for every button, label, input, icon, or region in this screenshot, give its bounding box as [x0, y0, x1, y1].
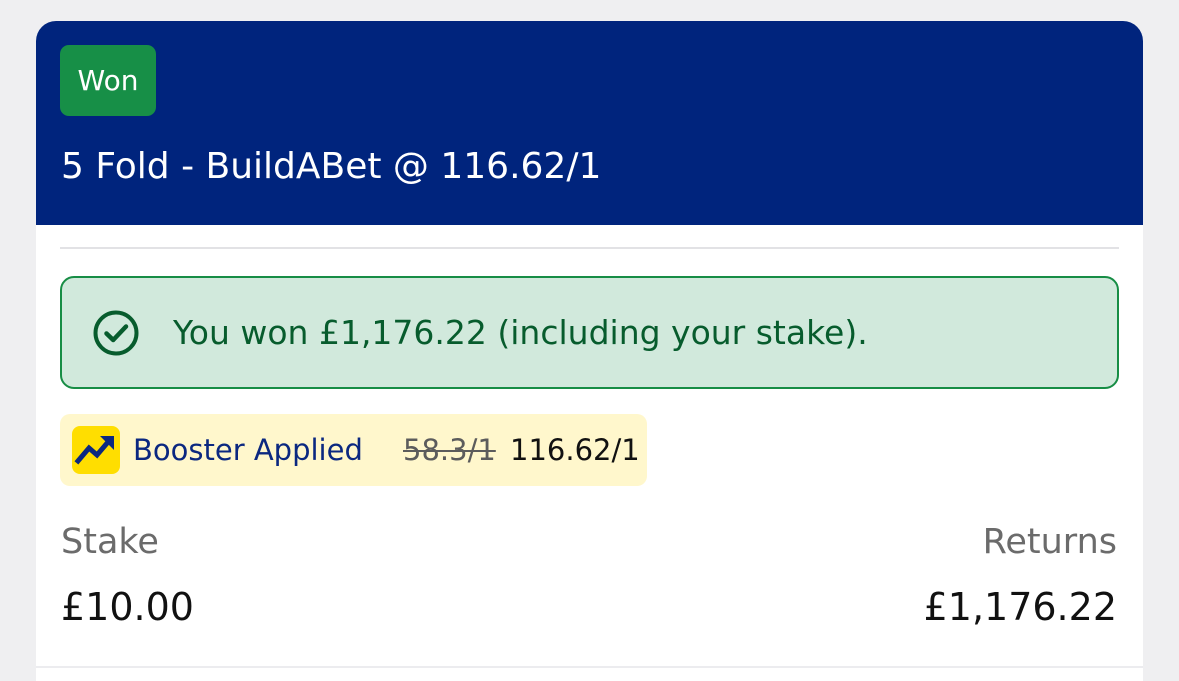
check-circle-icon	[93, 310, 139, 356]
header-divider	[60, 247, 1119, 249]
returns-value: £1,176.22	[923, 585, 1117, 629]
bet-card-header: Won 5 Fold - BuildABet @ 116.62/1	[36, 21, 1143, 225]
bet-card[interactable]: Won 5 Fold - BuildABet @ 116.62/1 You wo…	[36, 21, 1143, 681]
booster-label: Booster Applied	[133, 433, 363, 467]
booster-applied-pill: Booster Applied 58.3/1 116.62/1	[60, 414, 647, 486]
won-status-badge: Won	[60, 45, 156, 116]
win-message: You won £1,176.22 (including your stake)…	[173, 313, 868, 352]
win-message-banner: You won £1,176.22 (including your stake)…	[60, 276, 1119, 389]
bet-title: 5 Fold - BuildABet @ 116.62/1	[61, 146, 602, 187]
trending-up-icon	[72, 426, 120, 474]
boosted-odds: 116.62/1	[510, 433, 640, 467]
returns-label: Returns	[982, 522, 1117, 562]
original-odds: 58.3/1	[403, 433, 496, 467]
stake-value: £10.00	[61, 585, 194, 629]
stake-label: Stake	[61, 522, 159, 562]
bottom-divider	[36, 666, 1143, 668]
